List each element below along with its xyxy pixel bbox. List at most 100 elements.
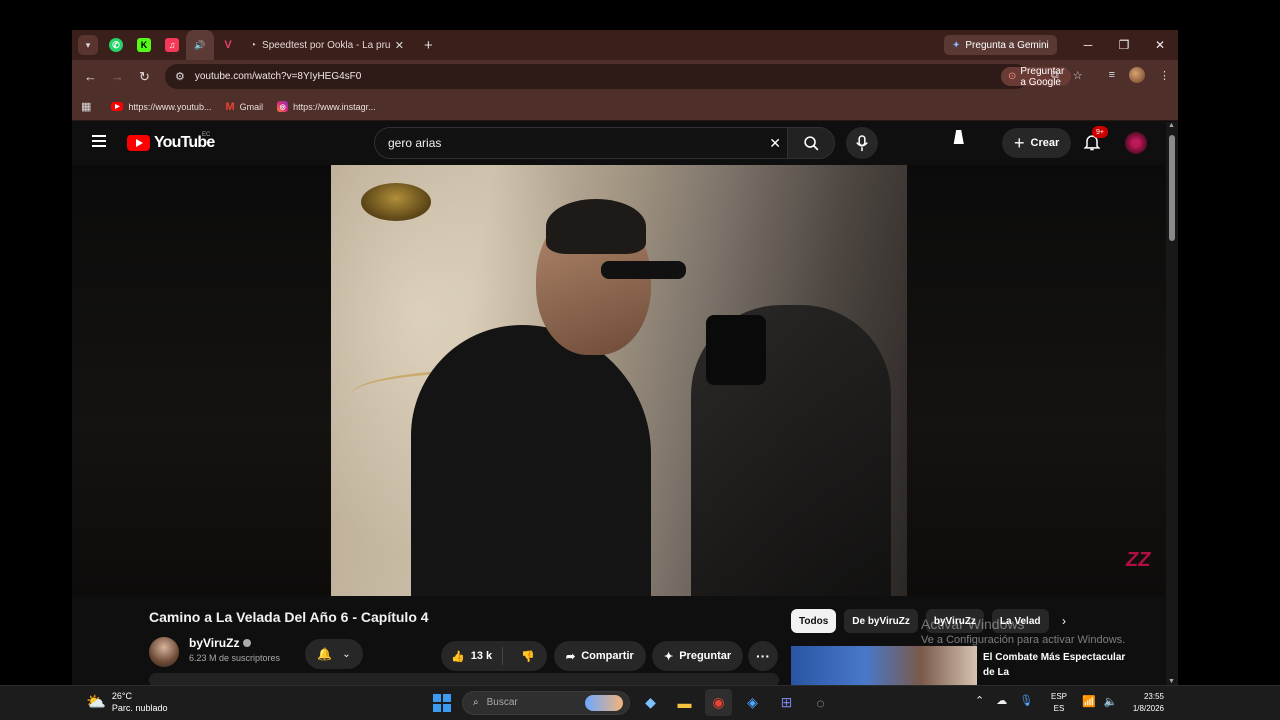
minimize-icon[interactable]: ─	[1070, 30, 1106, 60]
video-player[interactable]: ZZ	[72, 165, 1166, 596]
forward-icon[interactable]: →	[104, 69, 131, 84]
subscribed-notifications-button[interactable]: 🔔 ⌄	[305, 639, 363, 669]
like-dislike-group: 👍 13 k 👎	[441, 641, 547, 671]
chips-next-icon[interactable]: ›	[1062, 614, 1066, 628]
chevron-down-icon: ⌄	[342, 648, 351, 660]
teams-app[interactable]: ⊞	[773, 689, 800, 716]
address-bar[interactable]: ⚙ youtube.com/watch?v=8YIyHEG4sF0 ⊙ Preg…	[165, 64, 1072, 89]
onedrive-icon[interactable]: ☁	[996, 694, 1007, 707]
recommendation-title[interactable]: El Combate Más Espectacular de La	[983, 650, 1133, 680]
search-input[interactable]: gero arias ✕	[374, 127, 788, 159]
share-button[interactable]: ➦ Compartir	[554, 641, 646, 671]
recommendation-thumbnail[interactable]	[791, 646, 977, 685]
thumbs-down-icon: 👎	[521, 650, 535, 663]
sparkle-icon: ✦	[664, 650, 674, 663]
windows-activation-title: Activar Windows	[921, 616, 1025, 632]
pinned-tab-whatsapp[interactable]: ✆	[102, 32, 130, 58]
page-scrollbar[interactable]: ▲ ▼	[1166, 122, 1178, 685]
share-icon: ➦	[566, 650, 576, 663]
site-settings-icon[interactable]: ⚙	[175, 70, 185, 83]
youtube-play-icon	[127, 135, 150, 151]
bookmark-youtube[interactable]: ▶ https://www.youtub...	[111, 102, 211, 112]
chrome-app[interactable]: ◉	[705, 689, 732, 716]
channel-avatar[interactable]	[149, 637, 179, 667]
chip-todos[interactable]: Todos	[791, 609, 837, 633]
pinned-tab-youtube-active[interactable]: 🔊	[186, 30, 214, 60]
profile-avatar[interactable]	[1129, 67, 1145, 83]
search-button[interactable]	[787, 127, 835, 159]
temperature: 26°C	[111, 691, 133, 701]
copilot-app[interactable]: ◆	[637, 689, 664, 716]
scrollbar-thumb[interactable]	[1169, 135, 1175, 241]
bookmark-label: https://www.instagr...	[293, 101, 376, 112]
bookmark-instagram[interactable]: ◎ https://www.instagr...	[277, 101, 376, 112]
chrome-icon: ◉	[712, 694, 725, 710]
app-circle-icon: ◌	[816, 694, 825, 711]
language-indicator[interactable]: ESP ES	[1051, 691, 1067, 715]
lens-icon: ⊙	[1008, 71, 1017, 82]
create-button[interactable]: + Crear	[1002, 128, 1072, 158]
quick-settings[interactable]: 📶 🔈	[1082, 695, 1117, 708]
kick-icon: K	[137, 38, 151, 52]
close-tab-icon[interactable]: ✕	[395, 39, 404, 52]
tab-speedtest[interactable]: ◔ Speedtest por Ookla - La prueb ✕	[242, 30, 412, 60]
clock[interactable]: 23:55 1/8/2026	[1124, 691, 1164, 715]
like-button[interactable]: 👍 13 k	[441, 647, 503, 665]
voice-search-button[interactable]	[846, 127, 878, 159]
store-icon: ◈	[747, 694, 758, 710]
pinned-tab-v[interactable]: V	[214, 32, 242, 58]
url-text: youtube.com/watch?v=8YIyHEG4sF0	[194, 71, 362, 82]
windows-taskbar: ⛅ 26°C Parc. nublado ⌕ Buscar ◆ ▬ ◉ ◈ ⊞ …	[0, 685, 1280, 720]
restore-icon[interactable]: ❐	[1106, 30, 1142, 60]
weather-condition: Parc. nublado	[111, 703, 168, 713]
more-actions-button[interactable]: ···	[748, 641, 778, 671]
reload-icon[interactable]: ↻	[131, 69, 158, 85]
new-tab-button[interactable]: +	[424, 37, 433, 54]
channel-name-link[interactable]: byViruZz	[189, 636, 252, 650]
weather-widget[interactable]: ⛅ 26°C Parc. nublado	[86, 690, 167, 714]
bookmark-star-icon[interactable]: ☆	[1073, 69, 1083, 82]
taskbar-search[interactable]: ⌕ Buscar	[462, 690, 630, 715]
scroll-down-icon[interactable]: ▼	[1168, 678, 1175, 685]
chevron-up-icon[interactable]: ⌃	[975, 694, 984, 707]
channel-watermark-logo[interactable]: ZZ	[1126, 549, 1150, 572]
file-explorer-app[interactable]: ▬	[671, 689, 698, 716]
video-title: Camino a La Velada Del Año 6 - Capítulo …	[149, 609, 429, 625]
gemini-button[interactable]: ✦ Pregunta a Gemini	[944, 35, 1057, 55]
start-button[interactable]	[428, 689, 455, 716]
unknown-app[interactable]: ◌	[807, 689, 834, 716]
gemini-label: Pregunta a Gemini	[965, 39, 1049, 51]
chip-de-byviruzz[interactable]: De byViruZz	[844, 609, 918, 633]
hamburger-menu-icon[interactable]	[92, 135, 106, 150]
dislike-button[interactable]: 👎	[509, 650, 535, 663]
folder-icon: ▬	[677, 694, 692, 711]
description-box[interactable]	[149, 673, 779, 685]
microphone-icon[interactable]: 🎙	[1019, 694, 1033, 707]
system-tray: ⌃ ☁ 🎙	[975, 694, 1033, 707]
pinned-tab-kick[interactable]: K	[130, 32, 158, 58]
search-value: gero arias	[388, 136, 442, 150]
bookmark-label: https://www.youtub...	[128, 101, 212, 112]
close-icon[interactable]: ✕	[1142, 30, 1178, 60]
plus-icon: +	[1014, 132, 1025, 153]
wifi-icon: 📶	[1082, 696, 1096, 708]
media-control-icon[interactable]: ≡	[1109, 69, 1115, 81]
player-letterbox-left	[72, 165, 331, 596]
bookmark-gmail[interactable]: M Gmail	[225, 101, 263, 113]
scene-hair	[546, 199, 646, 254]
account-avatar[interactable]	[1125, 132, 1147, 154]
clear-search-icon[interactable]: ✕	[769, 135, 781, 152]
back-icon[interactable]: ←	[77, 69, 104, 84]
sparkle-icon: ✦	[952, 39, 961, 51]
tab-search-button[interactable]: ▾	[78, 35, 98, 55]
menu-kebab-icon[interactable]: ⋮	[1159, 69, 1170, 82]
search-icon: ⌕	[473, 697, 479, 708]
ask-button[interactable]: ✦ Preguntar	[652, 641, 744, 671]
apps-grid-icon[interactable]: ▦	[81, 100, 91, 113]
app-store-app[interactable]: ◈	[739, 689, 766, 716]
scroll-up-icon[interactable]: ▲	[1168, 122, 1175, 129]
microphone-icon	[856, 134, 868, 151]
windows-activation-subtitle: Ve a Configuración para activar Windows.	[921, 634, 1126, 646]
pinned-tab-music[interactable]: ♫	[158, 32, 186, 58]
install-app-icon[interactable]: ⧉	[1051, 69, 1059, 82]
